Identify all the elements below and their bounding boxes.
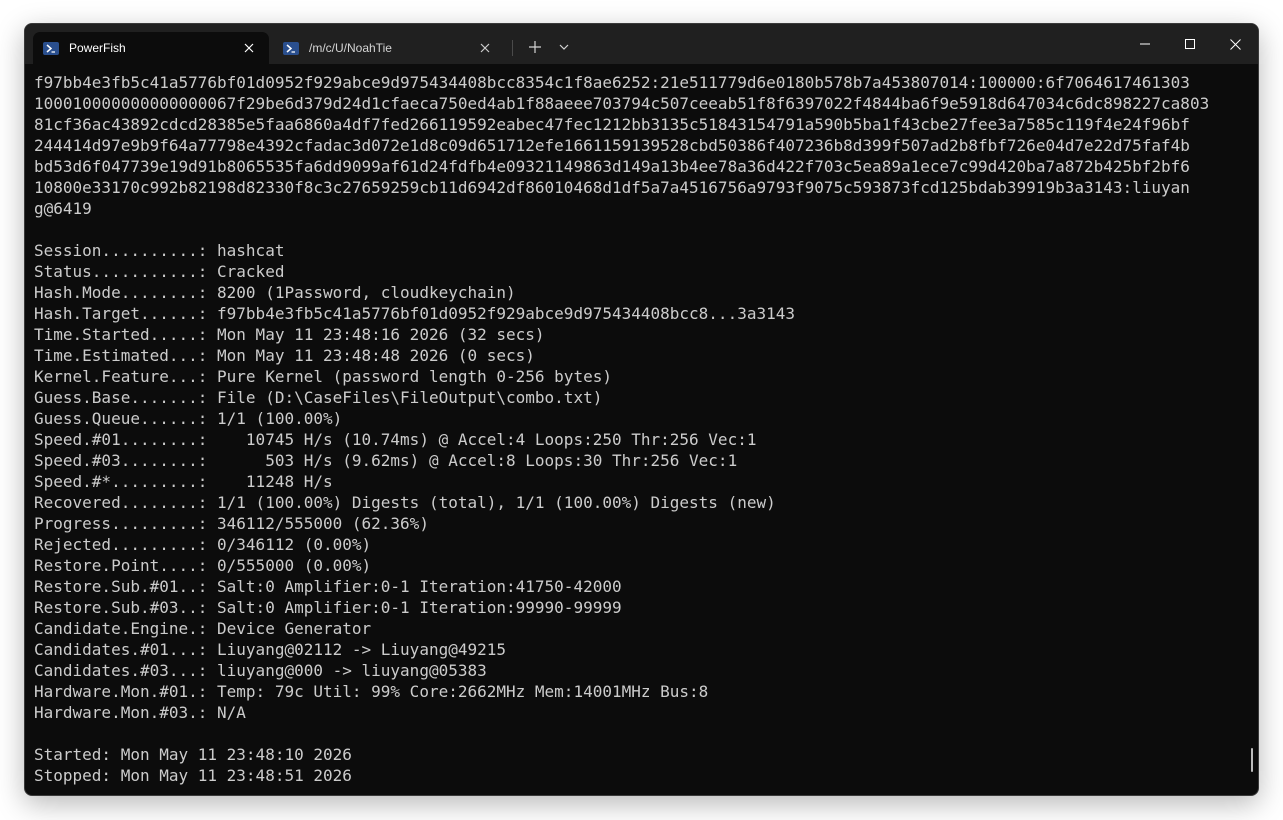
- close-tab-icon[interactable]: [239, 38, 259, 58]
- terminal-line: Hash.Target......: f97bb4e3fb5c41a5776bf…: [34, 304, 795, 323]
- terminal-line: Speed.#*.........: 11248 H/s: [34, 472, 333, 491]
- tab-noahtie[interactable]: /m/c/U/NoahTie: [273, 32, 505, 64]
- maximize-button[interactable]: [1167, 24, 1213, 64]
- terminal-line: Candidate.Engine.: Device Generator: [34, 619, 372, 638]
- terminal-line: Kernel.Feature...: Pure Kernel (password…: [34, 367, 612, 386]
- new-tab-button[interactable]: [521, 32, 549, 62]
- close-icon: [1229, 38, 1241, 50]
- tab-powerfish[interactable]: PowerFish: [33, 32, 269, 64]
- terminal-line: Rejected.........: 0/346112 (0.00%): [34, 535, 372, 554]
- maximize-icon: [1185, 39, 1195, 49]
- terminal-line: 81cf36ac43892cdcd28385e5faa6860a4df7fed2…: [34, 115, 1190, 134]
- terminal-line: Candidates.#03...: liuyang@000 -> liuyan…: [34, 661, 487, 680]
- minimize-icon: [1140, 43, 1150, 45]
- terminal-line: Session..........: hashcat: [34, 241, 285, 260]
- terminal-line: Speed.#03........: 503 H/s (9.62ms) @ Ac…: [34, 451, 738, 470]
- terminal-line: Hardware.Mon.#01.: Temp: 79c Util: 99% C…: [34, 682, 709, 701]
- tab-divider: [512, 40, 513, 56]
- terminal-line: Progress.........: 346112/555000 (62.36%…: [34, 514, 429, 533]
- close-window-button[interactable]: [1212, 24, 1258, 64]
- terminal-line: g@6419: [34, 199, 92, 218]
- terminal-window: PowerFish /m/c/U/NoahTie f97bb4e3fb5c41a…: [24, 23, 1259, 796]
- terminal-line: Guess.Queue......: 1/1 (100.00%): [34, 409, 343, 428]
- tab-label: PowerFish: [69, 41, 126, 55]
- terminal-line: 244414d97e9b9f64a77798e4392cfadac3d072e1…: [34, 136, 1190, 155]
- terminal-line: Hardware.Mon.#03.: N/A: [34, 703, 246, 722]
- terminal-line: Time.Started.....: Mon May 11 23:48:16 2…: [34, 325, 545, 344]
- terminal-output[interactable]: f97bb4e3fb5c41a5776bf01d0952f929abce9d97…: [34, 72, 1239, 790]
- minimize-button[interactable]: [1122, 24, 1168, 64]
- terminal-line: 100010000000000000067f29be6d379d24d1cfae…: [34, 94, 1210, 113]
- terminal-line: Time.Estimated...: Mon May 11 23:48:48 2…: [34, 346, 535, 365]
- plus-icon: [529, 41, 541, 53]
- terminal-line: Recovered........: 1/1 (100.00%) Digests…: [34, 493, 776, 512]
- terminal-line: Status...........: Cracked: [34, 262, 285, 281]
- powershell-icon: [283, 41, 299, 55]
- powershell-icon: [43, 41, 59, 55]
- terminal-line: Guess.Base.......: File (D:\CaseFiles\Fi…: [34, 388, 603, 407]
- close-tab-icon[interactable]: [475, 38, 495, 58]
- terminal-line: Restore.Sub.#01..: Salt:0 Amplifier:0-1 …: [34, 577, 622, 596]
- terminal-line: Hash.Mode........: 8200 (1Password, clou…: [34, 283, 516, 302]
- terminal-line: 10800e33170c992b82198d82330f8c3c27659259…: [34, 178, 1190, 197]
- scrollbar-thumb[interactable]: [1251, 748, 1253, 772]
- terminal-line: Restore.Sub.#03..: Salt:0 Amplifier:0-1 …: [34, 598, 622, 617]
- chevron-down-icon: [559, 44, 569, 50]
- tab-dropdown-button[interactable]: [551, 32, 577, 62]
- terminal-line: Candidates.#01...: Liuyang@02112 -> Liuy…: [34, 640, 507, 659]
- terminal-line: bd53d6f047739e19d91b8065535fa6dd9099af61…: [34, 157, 1190, 176]
- terminal-line: Stopped: Mon May 11 23:48:51 2026: [34, 766, 352, 785]
- terminal-line: Speed.#01........: 10745 H/s (10.74ms) @…: [34, 430, 757, 449]
- terminal-line: f97bb4e3fb5c41a5776bf01d0952f929abce9d97…: [34, 73, 1190, 92]
- title-bar: PowerFish /m/c/U/NoahTie: [25, 24, 1258, 64]
- tab-label: /m/c/U/NoahTie: [309, 41, 392, 55]
- terminal-line: Started: Mon May 11 23:48:10 2026: [34, 745, 352, 764]
- terminal-line: Restore.Point....: 0/555000 (0.00%): [34, 556, 372, 575]
